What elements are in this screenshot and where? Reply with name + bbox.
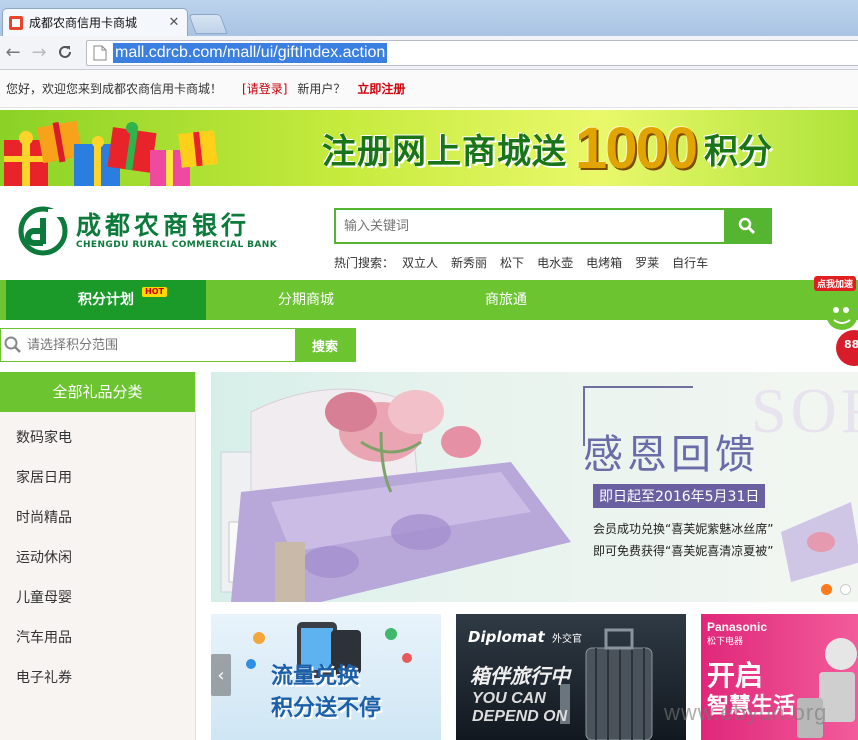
main-nav: 积分计划 HOT 分期商城 商旅通 xyxy=(0,280,858,320)
promo-carousel[interactable]: SOFTIN 感恩回馈 即日起至2016年5月31日 会员成功兑换“喜芙妮紫魅冰… xyxy=(211,372,858,602)
hot-keyword[interactable]: 双立人 xyxy=(402,254,438,271)
category-sidebar: 全部礼品分类 数码家电 家居日用 时尚精品 运动休闲 儿童母婴 汽车用品 电子礼… xyxy=(0,372,196,740)
bank-name-cn: 成都农商银行 xyxy=(76,211,251,240)
hot-keyword[interactable]: 新秀丽 xyxy=(451,254,487,271)
category-item[interactable]: 运动休闲 xyxy=(0,532,195,572)
promo-banner[interactable]: 注册网上商城送 1000 积分 xyxy=(0,110,858,186)
carousel-dots xyxy=(821,584,851,595)
points-range-input[interactable] xyxy=(25,329,295,361)
favicon-icon xyxy=(9,15,23,30)
speed-up-widget[interactable]: 点我加速 88 xyxy=(808,274,858,370)
search-input[interactable] xyxy=(336,210,724,242)
site-header: 成都农商银行 CHENGDU RURAL COMMERCIAL BANK 热门搜… xyxy=(0,186,858,280)
category-item[interactable]: 时尚精品 xyxy=(0,492,195,532)
category-item[interactable]: 数码家电 xyxy=(0,412,195,452)
register-link[interactable]: 立即注册 xyxy=(357,80,405,97)
tile1-line1: 流量兑换 xyxy=(271,664,360,689)
new-tab-button[interactable] xyxy=(188,14,228,34)
nav-item-installment-mall[interactable]: 分期商城 xyxy=(206,280,406,320)
welcome-text: 您好，欢迎您来到成都农商信用卡商城！ xyxy=(6,82,223,96)
speed-up-number: 88 xyxy=(844,338,858,351)
tile2-en-line2: DEPEND ON xyxy=(472,708,568,725)
hot-keyword[interactable]: 自行车 xyxy=(672,254,708,271)
hot-search: 热门搜索： 双立人 新秀丽 松下 电水壶 电烤箱 罗莱 自行车 xyxy=(334,254,721,271)
address-bar[interactable]: mall.cdrcb.com/mall/ui/giftIndex.action xyxy=(86,40,858,66)
hot-search-label: 热门搜索： xyxy=(334,256,395,270)
nav-item-points-plan[interactable]: 积分计划 xyxy=(0,280,206,320)
page-icon xyxy=(93,45,107,61)
category-item[interactable]: 儿童母婴 xyxy=(0,572,195,612)
tile3-brand: Panasonic xyxy=(707,620,768,634)
browser-tab-bar: 成都农商信用卡商城 ✕ xyxy=(0,0,858,36)
nav-item-label: 商旅通 xyxy=(485,292,527,308)
hot-keyword[interactable]: 罗莱 xyxy=(635,254,659,271)
browser-toolbar: ← → mall.cdrcb.com/mall/ui/giftIndex.act… xyxy=(0,36,858,70)
bedding-photo xyxy=(220,388,571,602)
carousel-headline: 感恩回馈 xyxy=(583,432,759,478)
tile2-brand-cn: 外交官 xyxy=(552,634,582,645)
carousel-dot[interactable] xyxy=(840,584,851,595)
tile2-brand: Diplomat xyxy=(468,628,545,646)
prev-arrow-icon[interactable]: ‹ xyxy=(211,654,231,696)
category-item[interactable]: 家居日用 xyxy=(0,452,195,492)
search-icon xyxy=(738,217,756,235)
promo-text-before: 注册网上商城送 xyxy=(322,131,567,172)
carousel-dot[interactable] xyxy=(821,584,832,595)
carousel-date: 即日起至2016年5月31日 xyxy=(593,484,766,508)
nav-item-business-travel[interactable]: 商旅通 xyxy=(406,280,606,320)
bank-logo-icon xyxy=(18,206,68,256)
promo-text-after: 积分 xyxy=(704,131,773,172)
category-title[interactable]: 全部礼品分类 xyxy=(0,372,195,412)
quilt-photo xyxy=(781,502,858,582)
login-link[interactable]: [请登录] xyxy=(242,80,287,97)
watermark-text: www.ebyun.org xyxy=(664,700,828,725)
promo-number: 1000 xyxy=(575,115,698,181)
points-range-search: 搜索 xyxy=(0,328,356,362)
tile3-brand-cn: 松下电器 xyxy=(707,637,744,647)
tab-close-icon[interactable]: ✕ xyxy=(167,15,181,30)
forward-arrow-icon[interactable]: → xyxy=(28,41,50,63)
search-button[interactable] xyxy=(724,210,770,242)
browser-tab[interactable]: 成都农商信用卡商城 ✕ xyxy=(2,8,188,36)
promo-text: 注册网上商城送 1000 积分 xyxy=(322,116,773,181)
tab-title: 成都农商信用卡商城 xyxy=(29,16,138,30)
hot-keyword[interactable]: 电烤箱 xyxy=(586,254,622,271)
search-bar xyxy=(334,208,772,244)
tile2-en-line1: YOU CAN xyxy=(472,690,546,707)
carousel-line2: 即可免费获得“喜芙妮喜清凉夏被” xyxy=(593,544,774,558)
nav-item-label: 分期商城 xyxy=(278,292,334,308)
gift-boxes-image xyxy=(4,120,218,186)
hot-keyword[interactable]: 电水壶 xyxy=(537,254,573,271)
back-arrow-icon[interactable]: ← xyxy=(2,41,24,63)
speed-up-tag: 点我加速 xyxy=(814,276,857,291)
reload-icon[interactable] xyxy=(54,41,76,63)
new-user-text: 新用户？ xyxy=(297,82,346,96)
category-item[interactable]: 汽车用品 xyxy=(0,612,195,652)
url-text[interactable]: mall.cdrcb.com/mall/ui/giftIndex.action xyxy=(113,43,388,63)
promo-tile-data-exchange[interactable]: 流量兑换 积分送不停 xyxy=(211,614,441,740)
tile1-line2: 积分送不停 xyxy=(271,696,382,721)
page: 成都农商信用卡商城 ✕ ← → mall.cdrcb.com/mall/ui/g… xyxy=(0,0,858,740)
bank-logo[interactable]: 成都农商银行 CHENGDU RURAL COMMERCIAL BANK xyxy=(18,206,277,256)
carousel-frame-line xyxy=(583,386,693,388)
site-topbar: 您好，欢迎您来到成都农商信用卡商城！ [请登录] 新用户？ 立即注册 xyxy=(0,70,858,108)
magnifier-icon xyxy=(1,329,25,361)
category-item[interactable]: 电子礼券 xyxy=(0,652,195,692)
bank-name-en: CHENGDU RURAL COMMERCIAL BANK xyxy=(76,240,278,250)
carousel-line1: 会员成功兑换“喜芙妮紫魅冰丝席” xyxy=(593,522,774,536)
points-range-search-button[interactable]: 搜索 xyxy=(295,329,355,361)
promo-tile-diplomat[interactable]: Diplomat 外交官 箱伴旅行中 YOU CAN DEPEND ON xyxy=(456,614,686,740)
hot-keyword[interactable]: 松下 xyxy=(500,254,524,271)
tile2-tagline: 箱伴旅行中 xyxy=(470,664,570,688)
carousel-bg-word: SOFTIN xyxy=(751,375,858,446)
nav-item-label: 积分计划 xyxy=(78,292,134,308)
hot-badge: HOT xyxy=(142,287,167,297)
